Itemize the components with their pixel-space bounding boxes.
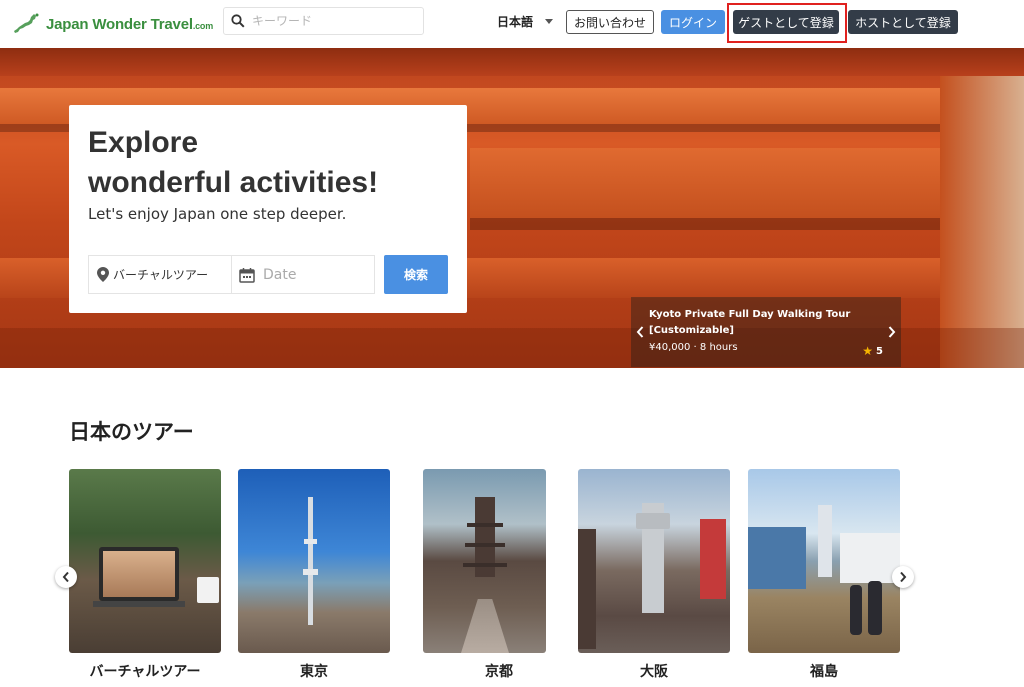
- destination-label: 京都: [485, 664, 513, 680]
- date-field[interactable]: Date: [232, 256, 374, 293]
- place-field[interactable]: バーチャルツアー: [89, 256, 232, 293]
- hero-gate-shadow: [470, 218, 950, 230]
- featured-tour-panel[interactable]: Kyoto Private Full Day Walking Tour [Cus…: [631, 297, 901, 367]
- register-host-button[interactable]: ホストとして登録: [848, 10, 958, 34]
- language-selector[interactable]: 日本語: [497, 12, 554, 30]
- destination-image: [423, 469, 546, 653]
- star-icon: ★: [862, 344, 874, 358]
- hero-gate-beam: [470, 148, 950, 218]
- destination-label: 東京: [300, 664, 328, 680]
- map-pin-icon: [97, 267, 109, 282]
- chevron-right-icon[interactable]: [885, 324, 899, 340]
- featured-tour-duration: 8 hours: [699, 342, 738, 353]
- carousel-next-button[interactable]: [892, 566, 914, 588]
- chevron-left-icon: [62, 571, 69, 583]
- rating-value: 5: [876, 345, 883, 357]
- destination-image: [748, 469, 900, 653]
- language-label: 日本語: [497, 14, 534, 29]
- search-input[interactable]: [252, 14, 412, 28]
- destination-card-tokyo[interactable]: 東京: [238, 469, 390, 680]
- destination-card-virtual[interactable]: バーチャルツアー: [69, 469, 221, 680]
- hero-gate-beam: [0, 48, 1024, 76]
- chevron-right-icon: [900, 571, 907, 583]
- keyword-search[interactable]: [223, 7, 424, 35]
- section-title: 日本のツアー: [69, 420, 194, 444]
- meta-separator: ·: [693, 342, 697, 353]
- hero-search-form: バーチャルツアー Date: [88, 255, 375, 294]
- contact-button[interactable]: お問い合わせ: [566, 10, 654, 34]
- logo-text: Japan Wonder Travel.com: [46, 15, 214, 33]
- carousel-prev-button[interactable]: [55, 566, 77, 588]
- hero-banner: Explore wonderful activities! Let's enjo…: [0, 48, 1024, 368]
- destination-label: 大阪: [640, 664, 668, 680]
- destination-label: バーチャルツアー: [89, 664, 201, 680]
- destination-card-fukushima[interactable]: 福島: [748, 469, 900, 680]
- chevron-left-icon[interactable]: [633, 324, 647, 340]
- search-icon: [224, 8, 252, 34]
- calendar-icon: [239, 267, 255, 283]
- login-button[interactable]: ログイン: [661, 10, 725, 34]
- destination-image: [578, 469, 730, 653]
- destination-image: [238, 469, 390, 653]
- hero-title: Explore wonderful activities!: [88, 126, 379, 199]
- featured-tour-title[interactable]: Kyoto Private Full Day Walking Tour [Cus…: [649, 307, 879, 339]
- destination-image: [69, 469, 221, 653]
- hero-gate-pillar: [940, 76, 1024, 368]
- featured-tour-price: ¥40,000: [649, 342, 691, 353]
- hero-search-button[interactable]: 検索: [384, 255, 448, 294]
- hero-search-card: Explore wonderful activities! Let's enjo…: [69, 105, 467, 313]
- destination-label: 福島: [810, 664, 838, 680]
- highlight-box: [727, 3, 847, 43]
- destination-card-kyoto[interactable]: 京都: [423, 469, 546, 680]
- featured-tour-meta: ¥40,000 · 8 hours: [649, 342, 738, 353]
- chevron-down-icon: [545, 18, 554, 24]
- site-logo[interactable]: Japan Wonder Travel.com: [12, 10, 213, 38]
- site-header: Japan Wonder Travel.com 日本語 お問い合わせ ログイン …: [0, 0, 1024, 46]
- japan-map-logo-icon: [14, 13, 39, 33]
- date-placeholder: Date: [263, 266, 297, 283]
- featured-tour-rating: ★ 5: [862, 344, 883, 358]
- place-value: バーチャルツアー: [113, 268, 209, 282]
- destination-carousel: バーチャルツアー 東京 京都 大阪 福島: [69, 469, 909, 687]
- destination-card-osaka[interactable]: 大阪: [578, 469, 730, 680]
- hero-subtitle: Let's enjoy Japan one step deeper.: [88, 205, 347, 223]
